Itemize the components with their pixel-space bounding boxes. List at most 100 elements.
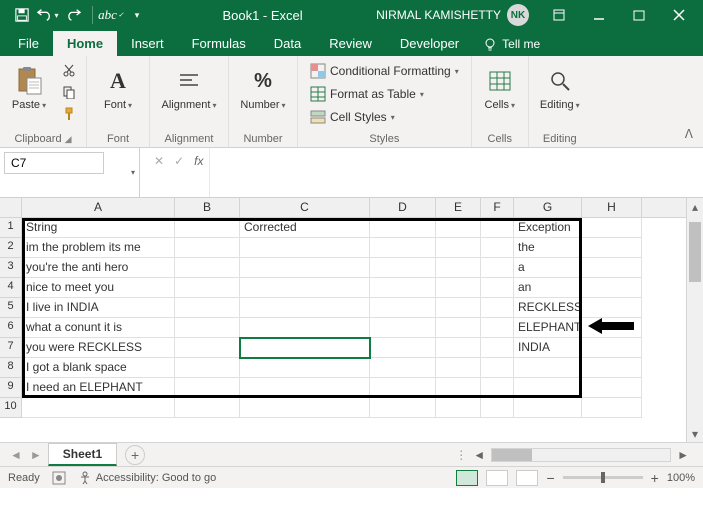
tab-home[interactable]: Home	[53, 31, 117, 56]
cell-D4[interactable]	[370, 278, 436, 298]
tab-file[interactable]: File	[4, 31, 53, 56]
column-header-H[interactable]: H	[582, 198, 642, 217]
cell-G2[interactable]: the	[514, 238, 582, 258]
cell-B8[interactable]	[175, 358, 240, 378]
cell-B9[interactable]	[175, 378, 240, 398]
horizontal-scrollbar[interactable]	[491, 448, 671, 462]
qat-customize-button[interactable]: ▾	[125, 3, 149, 27]
format-as-table-button[interactable]: Format as Table▾	[304, 83, 465, 105]
cell-B6[interactable]	[175, 318, 240, 338]
cell-G10[interactable]	[514, 398, 582, 418]
cell-H7[interactable]	[582, 338, 642, 358]
select-all-corner[interactable]	[0, 198, 22, 217]
cell-E2[interactable]	[436, 238, 481, 258]
cell-H5[interactable]	[582, 298, 642, 318]
view-page-layout-button[interactable]	[486, 470, 508, 486]
view-page-break-button[interactable]	[516, 470, 538, 486]
cell-B5[interactable]	[175, 298, 240, 318]
cell-G1[interactable]: Exception	[514, 218, 582, 238]
cell-H2[interactable]	[582, 238, 642, 258]
redo-button[interactable]	[62, 3, 86, 27]
cell-C8[interactable]	[240, 358, 370, 378]
cell-F10[interactable]	[481, 398, 514, 418]
cell-C1[interactable]: Corrected	[240, 218, 370, 238]
cell-C2[interactable]	[240, 238, 370, 258]
alignment-dropdown[interactable]: Alignment▾	[156, 60, 222, 116]
name-box-dropdown[interactable]: ▾	[131, 168, 135, 177]
sheet-nav-next[interactable]: ►	[26, 448, 46, 462]
cell-D10[interactable]	[370, 398, 436, 418]
cell-D2[interactable]	[370, 238, 436, 258]
collapse-ribbon-button[interactable]: ᐱ	[681, 125, 697, 143]
row-header-8[interactable]: 8	[0, 358, 22, 378]
cell-G7[interactable]: INDIA	[514, 338, 582, 358]
insert-function-button[interactable]: fx	[194, 154, 203, 168]
ribbon-display-button[interactable]	[539, 0, 579, 30]
row-header-10[interactable]: 10	[0, 398, 22, 418]
cell-B1[interactable]	[175, 218, 240, 238]
undo-button[interactable]: ▾	[36, 3, 60, 27]
row-header-2[interactable]: 2	[0, 238, 22, 258]
cell-C3[interactable]	[240, 258, 370, 278]
cell-B10[interactable]	[175, 398, 240, 418]
paste-button[interactable]: Paste▾	[6, 60, 52, 116]
cell-C4[interactable]	[240, 278, 370, 298]
cell-A2[interactable]: im the problem its me	[22, 238, 175, 258]
conditional-formatting-button[interactable]: Conditional Formatting▾	[304, 60, 465, 82]
tell-me[interactable]: Tell me	[473, 32, 550, 56]
sheet-tab-sheet1[interactable]: Sheet1	[48, 443, 117, 466]
cell-B7[interactable]	[175, 338, 240, 358]
column-header-A[interactable]: A	[22, 198, 175, 217]
cell-A9[interactable]: I need an ELEPHANT	[22, 378, 175, 398]
minimize-button[interactable]	[579, 0, 619, 30]
row-header-9[interactable]: 9	[0, 378, 22, 398]
row-header-4[interactable]: 4	[0, 278, 22, 298]
column-header-C[interactable]: C	[240, 198, 370, 217]
column-header-F[interactable]: F	[481, 198, 514, 217]
add-sheet-button[interactable]: +	[125, 445, 145, 465]
column-header-E[interactable]: E	[436, 198, 481, 217]
cell-E3[interactable]	[436, 258, 481, 278]
cell-H4[interactable]	[582, 278, 642, 298]
hscroll-thumb[interactable]	[492, 449, 532, 461]
cells-dropdown[interactable]: Cells▾	[478, 60, 522, 116]
cell-E7[interactable]	[436, 338, 481, 358]
cell-H9[interactable]	[582, 378, 642, 398]
cell-H10[interactable]	[582, 398, 642, 418]
accessibility-status[interactable]: Accessibility: Good to go	[78, 471, 216, 485]
column-header-G[interactable]: G	[514, 198, 582, 217]
editing-dropdown[interactable]: Editing▾	[535, 60, 585, 116]
hscroll-right[interactable]: ►	[673, 448, 693, 462]
scroll-up-button[interactable]: ▴	[687, 198, 703, 215]
tab-formulas[interactable]: Formulas	[178, 31, 260, 56]
row-header-6[interactable]: 6	[0, 318, 22, 338]
close-button[interactable]	[659, 0, 699, 30]
cell-E5[interactable]	[436, 298, 481, 318]
cell-F1[interactable]	[481, 218, 514, 238]
clipboard-dialog-launcher[interactable]: ◢	[65, 134, 72, 145]
zoom-slider[interactable]	[563, 476, 643, 479]
cell-B2[interactable]	[175, 238, 240, 258]
scroll-down-button[interactable]: ▾	[687, 425, 703, 442]
cell-D5[interactable]	[370, 298, 436, 318]
cell-F9[interactable]	[481, 378, 514, 398]
cell-D6[interactable]	[370, 318, 436, 338]
column-header-D[interactable]: D	[370, 198, 436, 217]
cancel-formula-button[interactable]: ✕	[154, 154, 164, 168]
cell-G3[interactable]: a	[514, 258, 582, 278]
cell-E4[interactable]	[436, 278, 481, 298]
cell-A7[interactable]: you were RECKLESS	[22, 338, 175, 358]
cell-H1[interactable]	[582, 218, 642, 238]
user-account[interactable]: NIRMAL KAMISHETTY NK	[376, 4, 529, 26]
cell-D9[interactable]	[370, 378, 436, 398]
cell-G8[interactable]	[514, 358, 582, 378]
cell-A4[interactable]: nice to meet you	[22, 278, 175, 298]
view-normal-button[interactable]	[456, 470, 478, 486]
cell-F6[interactable]	[481, 318, 514, 338]
cell-E8[interactable]	[436, 358, 481, 378]
cell-E1[interactable]	[436, 218, 481, 238]
name-box[interactable]: ▾	[0, 148, 140, 197]
tab-insert[interactable]: Insert	[117, 31, 178, 56]
cell-C5[interactable]	[240, 298, 370, 318]
cell-G4[interactable]: an	[514, 278, 582, 298]
